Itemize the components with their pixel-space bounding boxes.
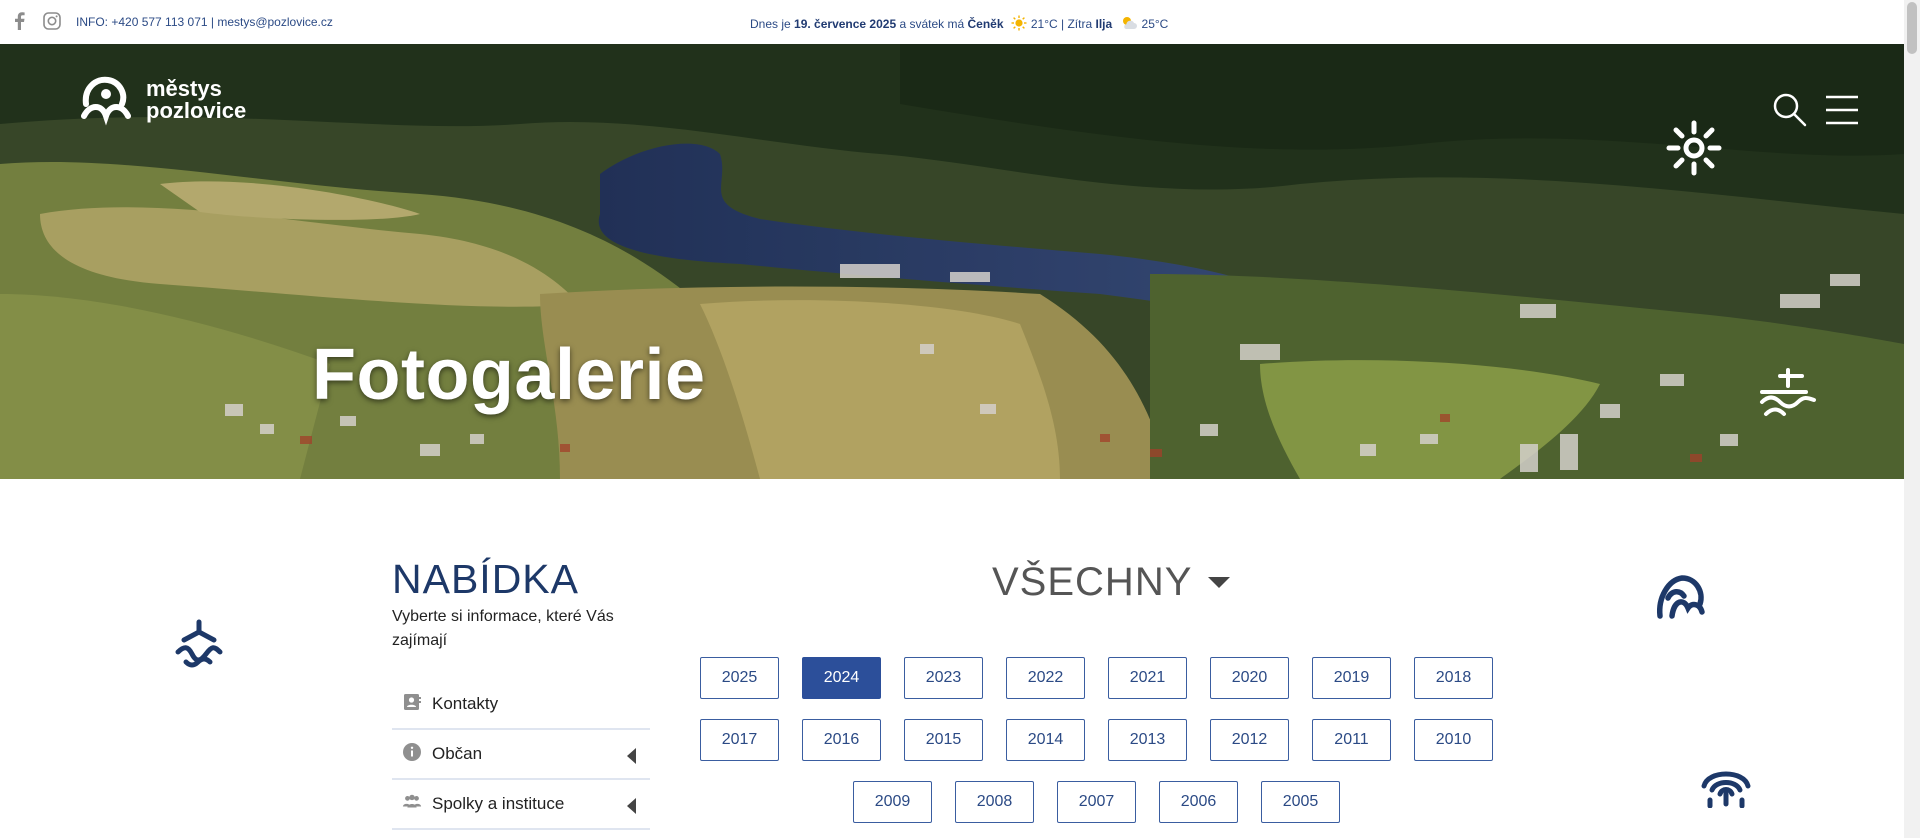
sun-weather-icon [1011, 15, 1027, 31]
nameday-tomorrow: Ilja [1095, 17, 1113, 31]
caret-down-icon [1208, 577, 1231, 588]
sidebar-item-label: Kontakty [432, 694, 499, 713]
sidebar-heading: NABÍDKA [392, 556, 579, 602]
year-button-2022[interactable]: 2022 [1006, 657, 1085, 699]
sidebar-subheading: Vyberte si informace, které Vás zajímají [392, 608, 614, 649]
sidebar-header: NABÍDKA Vyberte si informace, které Vás … [392, 556, 652, 653]
logo[interactable]: městys pozlovice [80, 74, 246, 126]
sidebar-item-spolky[interactable]: Spolky a instituce [392, 780, 650, 830]
year-button-2013[interactable]: 2013 [1108, 719, 1187, 761]
year-button-2011[interactable]: 2011 [1312, 719, 1391, 761]
year-button-2017[interactable]: 2017 [700, 719, 779, 761]
category-filter-dropdown[interactable]: VŠECHNY [992, 560, 1231, 605]
expand-caret-icon[interactable] [627, 748, 636, 764]
sidebar-item-label: Občan [432, 744, 483, 763]
year-button-2025[interactable]: 2025 [700, 657, 779, 699]
year-button-2016[interactable]: 2016 [802, 719, 881, 761]
expand-caret-icon[interactable] [627, 798, 636, 814]
nameday-today: Čeněk [967, 17, 1004, 31]
year-button-2007[interactable]: 2007 [1057, 781, 1136, 823]
facebook-icon[interactable] [10, 11, 30, 31]
logo-icon [81, 76, 131, 126]
tomorrow-temp: 25°C [1141, 17, 1169, 31]
year-button-2014[interactable]: 2014 [1006, 719, 1085, 761]
today-prefix: Dnes je [750, 17, 795, 31]
spa-decoration-icon [1760, 368, 1816, 416]
year-button-2006[interactable]: 2006 [1159, 781, 1238, 823]
partly-cloudy-icon [1122, 17, 1137, 29]
today-mid: a svátek má [896, 17, 968, 31]
year-button-2008[interactable]: 2008 [955, 781, 1034, 823]
people-icon [402, 794, 422, 808]
sidebar-menu: Kontakty Občan Spolky a instituce [392, 680, 650, 830]
logo-line1: městys [146, 76, 222, 101]
filter-label: VŠECHNY [992, 560, 1193, 604]
year-button-2010[interactable]: 2010 [1414, 719, 1493, 761]
hills-decoration-icon [1657, 575, 1705, 619]
sidebar-item-label: Spolky a instituce [432, 794, 565, 813]
search-icon[interactable] [1772, 92, 1808, 128]
page: INFO: +420 577 113 071 | mestys@pozlovic… [0, 0, 1920, 838]
scrollbar-thumb[interactable] [1907, 2, 1917, 54]
year-button-2020[interactable]: 2020 [1210, 657, 1289, 699]
sidebar-item-obcan[interactable]: Občan [392, 730, 650, 780]
year-button-2024[interactable]: 2024 [802, 657, 881, 699]
scrollbar[interactable] [1904, 0, 1920, 838]
sidebar-item-kontakty[interactable]: Kontakty [392, 680, 650, 730]
logo-text: městys pozlovice [146, 78, 246, 122]
info-icon [403, 743, 421, 761]
year-button-2009[interactable]: 2009 [853, 781, 932, 823]
instagram-icon[interactable] [42, 11, 62, 31]
swimmer-decoration-icon [175, 619, 223, 668]
top-bar: INFO: +420 577 113 071 | mestys@pozlovic… [0, 0, 1904, 44]
hero-banner: městys pozlovice Fotogalerie [0, 44, 1904, 479]
year-button-2019[interactable]: 2019 [1312, 657, 1391, 699]
year-button-2021[interactable]: 2021 [1108, 657, 1187, 699]
today-date: 19. července 2025 [794, 17, 897, 31]
page-title: Fotogalerie [312, 335, 706, 415]
contact-info[interactable]: INFO: +420 577 113 071 | mestys@pozlovic… [76, 15, 333, 29]
year-button-2018[interactable]: 2018 [1414, 657, 1493, 699]
today-info: Dnes je 19. července 2025 a svátek má Če… [750, 15, 1168, 31]
today-temp: 21°C | Zítra [1030, 17, 1096, 31]
signal-decoration-icon [1701, 771, 1751, 808]
logo-line2: pozlovice [146, 98, 247, 123]
hero-landscape-image [0, 44, 1904, 479]
year-button-2005[interactable]: 2005 [1261, 781, 1340, 823]
year-button-2015[interactable]: 2015 [904, 719, 983, 761]
menu-icon[interactable] [1824, 94, 1860, 126]
sun-decoration-icon [1666, 120, 1722, 176]
year-button-2012[interactable]: 2012 [1210, 719, 1289, 761]
year-button-2023[interactable]: 2023 [904, 657, 983, 699]
contact-card-icon [404, 694, 421, 710]
